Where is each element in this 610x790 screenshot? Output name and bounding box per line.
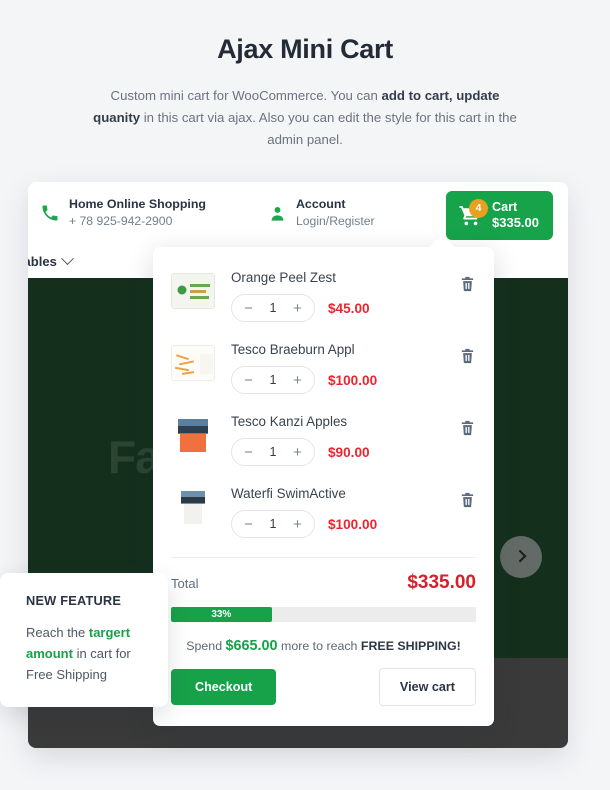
- quantity-stepper[interactable]: − 1 +: [231, 438, 315, 466]
- cart-item-count-badge: 4: [469, 198, 488, 218]
- cart-item-price: $100.00: [328, 372, 378, 388]
- cart-item-row: Tesco Braeburn Appl − 1 + $100.00: [171, 333, 476, 405]
- cart-item-row: Tesco Kanzi Apples − 1 + $90.00: [171, 405, 476, 477]
- callout-text-pre: Reach the: [26, 625, 89, 640]
- cart-total-label: Total: [171, 575, 199, 591]
- page-root: Ajax Mini Cart Custom mini cart for WooC…: [0, 0, 610, 790]
- shopping-cart-icon: 4: [457, 198, 488, 228]
- cart-item-price: $100.00: [328, 516, 378, 532]
- quantity-value[interactable]: 1: [261, 517, 285, 531]
- cart-button[interactable]: 4 Cart $335.00: [446, 191, 553, 241]
- cart-item-price: $45.00: [328, 300, 370, 316]
- account-text: Account Login/Register: [296, 196, 375, 230]
- quantity-increase-button[interactable]: +: [285, 511, 310, 537]
- quantity-decrease-button[interactable]: −: [236, 439, 261, 465]
- quantity-value[interactable]: 1: [261, 445, 285, 459]
- checkout-button[interactable]: Checkout: [171, 669, 277, 705]
- cart-total-value: $335.00: [407, 572, 476, 593]
- view-cart-button[interactable]: View cart: [378, 668, 476, 706]
- callout-heading: NEW FEATURE: [26, 593, 122, 608]
- ship-remaining-amount: $665.00: [225, 638, 278, 654]
- cart-actions: Checkout View cart: [153, 668, 494, 726]
- free-shipping-progress-bar: 33%: [171, 607, 476, 622]
- cart-item-row: Orange Peel Zest − 1 + $45.00: [171, 261, 476, 333]
- chevron-right-icon: [513, 549, 526, 562]
- cart-item-name[interactable]: Orange Peel Zest: [231, 270, 476, 285]
- intro-section: Ajax Mini Cart Custom mini cart for WooC…: [0, 0, 610, 151]
- account-label: Account: [295, 197, 346, 212]
- cart-button-label: Cart: [492, 200, 518, 214]
- cart-item-row: Waterfi SwimActive − 1 + $100.00: [171, 477, 476, 549]
- quantity-decrease-button[interactable]: −: [236, 295, 261, 321]
- trash-icon[interactable]: [459, 419, 476, 437]
- quantity-value[interactable]: 1: [261, 301, 285, 315]
- cart-total-row: Total $335.00: [153, 558, 494, 604]
- page-title: Ajax Mini Cart: [217, 34, 393, 64]
- account-block[interactable]: Account Login/Register: [268, 196, 375, 230]
- cart-item-name[interactable]: Tesco Braeburn Appl: [231, 342, 476, 357]
- quantity-decrease-button[interactable]: −: [236, 511, 261, 537]
- cart-item-name[interactable]: Tesco Kanzi Apples: [231, 414, 476, 429]
- phone-icon: [40, 203, 60, 223]
- trash-icon[interactable]: [459, 491, 476, 509]
- cart-item-body: Tesco Kanzi Apples − 1 + $90.00: [231, 414, 476, 466]
- shop-header: Home Online Shopping + 78 925-942-2900 A…: [28, 182, 568, 244]
- user-icon: [268, 204, 287, 223]
- cart-item-body: Orange Peel Zest − 1 + $45.00: [231, 270, 476, 322]
- cart-button-total: $335.00: [492, 215, 539, 231]
- desc-part-1: Custom mini cart for WooCommerce. You ca…: [110, 88, 382, 103]
- cart-item-body: Waterfi SwimActive − 1 + $100.00: [231, 486, 476, 538]
- hero-headline: Fa: [108, 431, 161, 483]
- carousel-next-button[interactable]: [500, 536, 542, 578]
- account-sub-label: Login/Register: [295, 214, 375, 229]
- chevron-down-icon: [60, 251, 74, 265]
- progress-fill: 33%: [171, 607, 272, 622]
- nav-item-label: etables: [28, 253, 57, 269]
- free-shipping-message: Spend $665.00 more to reach FREE SHIPPIN…: [153, 622, 494, 668]
- cart-item-controls: − 1 + $100.00: [231, 366, 476, 394]
- quantity-increase-button[interactable]: +: [285, 367, 310, 393]
- shop-name: Home Online Shopping: [69, 197, 206, 212]
- quantity-stepper[interactable]: − 1 +: [231, 510, 315, 538]
- quantity-stepper[interactable]: − 1 +: [231, 294, 315, 322]
- cart-item-price: $90.00: [328, 444, 370, 460]
- quantity-value[interactable]: 1: [261, 373, 285, 387]
- cart-items-list: Orange Peel Zest − 1 + $45.00 Tesco Brae…: [153, 247, 494, 553]
- cart-item-controls: − 1 + $45.00: [231, 294, 476, 322]
- cart-item-name[interactable]: Waterfi SwimActive: [231, 486, 476, 501]
- ship-msg-mid: more to reach: [277, 639, 361, 653]
- product-thumbnail[interactable]: [171, 417, 215, 453]
- quantity-stepper[interactable]: − 1 +: [231, 366, 315, 394]
- product-thumbnail[interactable]: [171, 489, 215, 525]
- shop-contact-text: Home Online Shopping + 78 925-942-2900: [69, 196, 206, 230]
- new-feature-callout: NEW FEATURE Reach the targert amount in …: [0, 573, 168, 707]
- cart-item-controls: − 1 + $100.00: [231, 510, 476, 538]
- shop-contact-block: Home Online Shopping + 78 925-942-2900: [40, 196, 206, 230]
- desc-part-2: in this cart via ajax. Also you can edit…: [140, 110, 517, 147]
- ship-msg-pre: Spend: [186, 639, 226, 653]
- quantity-increase-button[interactable]: +: [285, 439, 310, 465]
- nav-item-vegetables[interactable]: etables: [28, 251, 74, 269]
- trash-icon[interactable]: [459, 347, 476, 365]
- page-description: Custom mini cart for WooCommerce. You ca…: [90, 85, 520, 151]
- ship-msg-bold: FREE SHIPPING!: [360, 639, 461, 653]
- cart-item-controls: − 1 + $90.00: [231, 438, 476, 466]
- product-thumbnail[interactable]: [171, 345, 215, 381]
- mini-cart-dropdown: Orange Peel Zest − 1 + $45.00 Tesco Brae…: [153, 234, 494, 726]
- product-thumbnail[interactable]: [171, 273, 215, 309]
- cart-item-body: Tesco Braeburn Appl − 1 + $100.00: [231, 342, 476, 394]
- trash-icon[interactable]: [459, 275, 476, 293]
- callout-text: Reach the targert amount in cart for Fre…: [26, 622, 150, 685]
- shop-phone: + 78 925-942-2900: [69, 214, 173, 229]
- quantity-increase-button[interactable]: +: [285, 295, 310, 321]
- cart-button-labels: Cart $335.00: [492, 199, 539, 232]
- quantity-decrease-button[interactable]: −: [236, 367, 261, 393]
